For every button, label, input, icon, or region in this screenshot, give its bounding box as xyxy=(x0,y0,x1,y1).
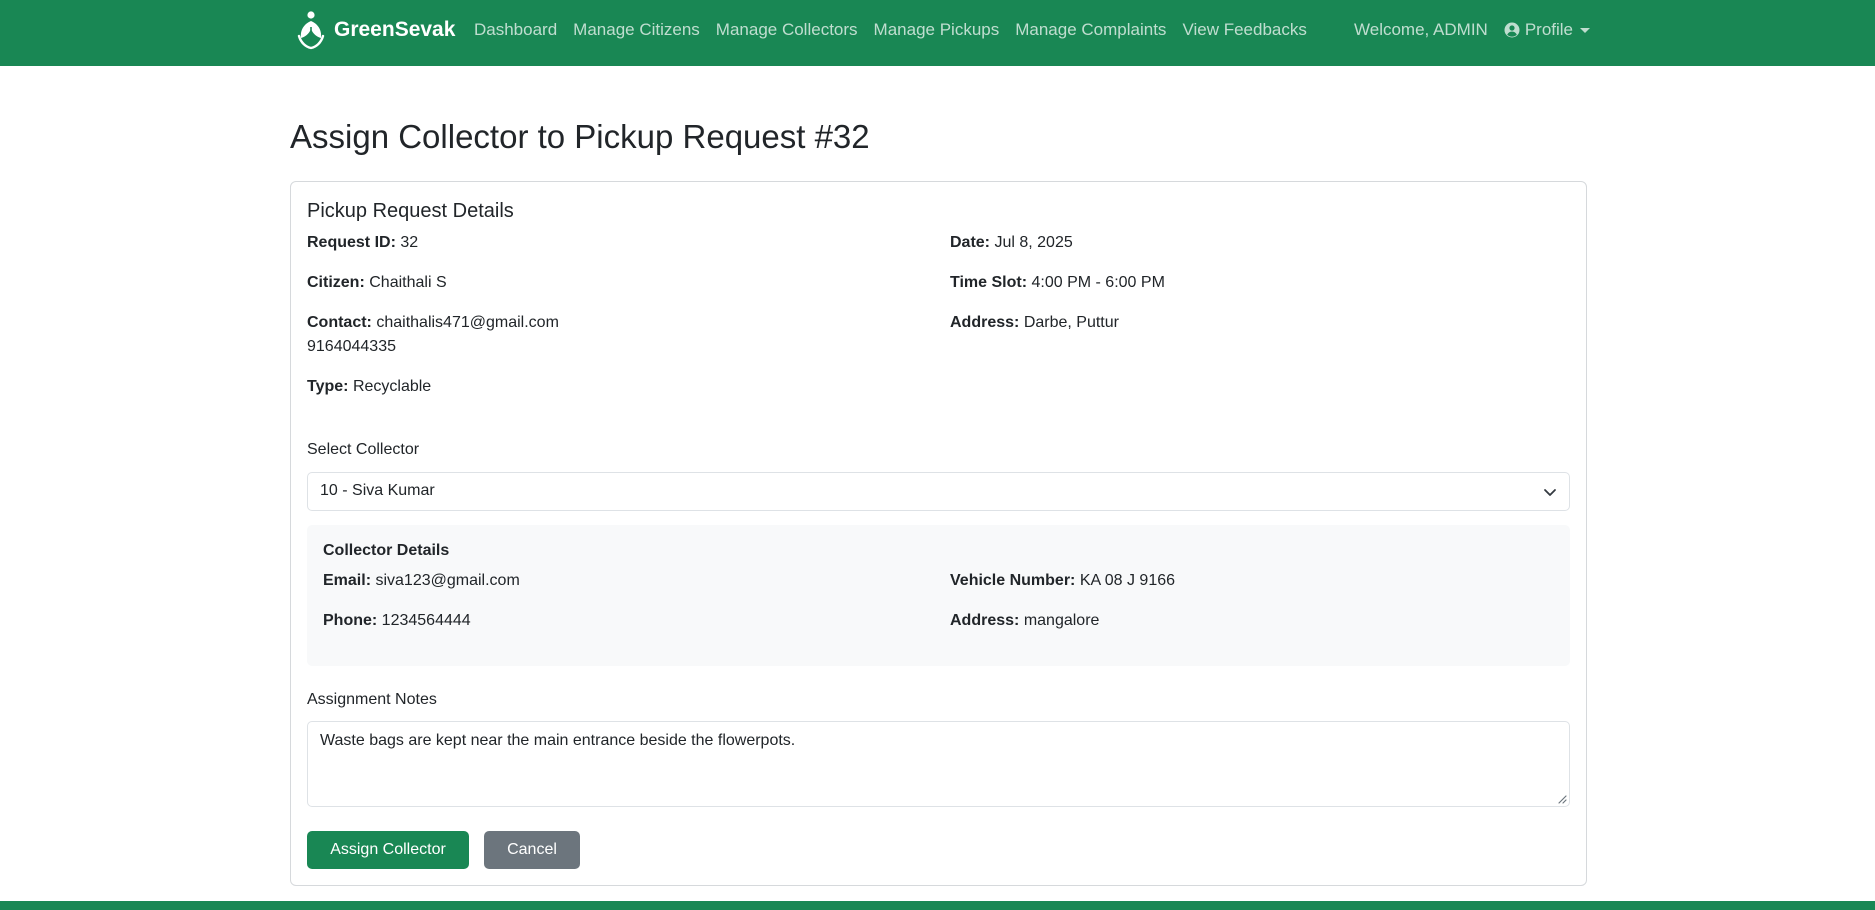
collector-phone-field: Phone: 1234564444 xyxy=(323,609,471,633)
date-field: Date: Jul 8, 2025 xyxy=(950,231,1073,255)
collector-select[interactable]: 10 - Siva Kumar xyxy=(307,472,1570,511)
collector-email-value: siva123@gmail.com xyxy=(375,572,520,589)
footer-bar xyxy=(0,901,1875,910)
contact-field: Contact: chaithalis471@gmail.com 9164044… xyxy=(307,311,559,359)
collector-phone-label: Phone: xyxy=(323,612,378,629)
nav-manage-citizens[interactable]: Manage Citizens xyxy=(573,20,700,40)
citizen-label: Citizen: xyxy=(307,274,365,291)
profile-label: Profile xyxy=(1524,20,1574,39)
collector-phone-value: 1234564444 xyxy=(381,612,471,629)
leaf-hand-logo-icon xyxy=(297,11,325,50)
nav-dashboard[interactable]: Dashboard xyxy=(474,20,557,40)
welcome-text: Welcome, ADMIN xyxy=(1354,20,1488,39)
nav-right: Welcome, ADMIN Profile xyxy=(1354,20,1591,40)
date-label: Date: xyxy=(950,234,991,251)
top-navbar: GreenSevak Dashboard Manage Citizens Man… xyxy=(0,0,1875,66)
request-id-value: 32 xyxy=(400,234,419,251)
collector-vehicle-field: Vehicle Number: KA 08 J 9166 xyxy=(950,569,1175,593)
profile-dropdown[interactable]: Profile xyxy=(1504,20,1591,40)
collector-email-label: Email: xyxy=(323,572,372,589)
nav-manage-pickups[interactable]: Manage Pickups xyxy=(874,20,1000,40)
resize-grip-icon[interactable] xyxy=(1557,794,1567,804)
pickup-address-label: Address: xyxy=(950,314,1020,331)
request-id-label: Request ID: xyxy=(307,234,396,251)
pickup-address-field: Address: Darbe, Puttur xyxy=(950,311,1119,335)
collector-vehicle-value: KA 08 J 9166 xyxy=(1079,572,1176,589)
contact-email: chaithalis471@gmail.com xyxy=(376,314,559,331)
date-value: Jul 8, 2025 xyxy=(994,234,1073,251)
type-label: Type: xyxy=(307,378,349,395)
citizen-value: Chaithali S xyxy=(369,274,447,291)
select-collector-label: Select Collector xyxy=(307,441,420,458)
collector-email-field: Email: siva123@gmail.com xyxy=(323,569,520,593)
brand-name: GreenSevak xyxy=(334,18,456,41)
collector-address-field: Address: mangalore xyxy=(950,609,1099,633)
assignment-notes-textarea[interactable]: Waste bags are kept near the main entran… xyxy=(307,721,1570,807)
time-slot-value: 4:00 PM - 6:00 PM xyxy=(1031,274,1165,291)
time-slot-field: Time Slot: 4:00 PM - 6:00 PM xyxy=(950,271,1165,295)
citizen-field: Citizen: Chaithali S xyxy=(307,271,447,295)
collector-select-value: 10 - Siva Kumar xyxy=(320,482,435,499)
cancel-button[interactable]: Cancel xyxy=(484,831,580,869)
contact-phone: 9164044335 xyxy=(307,338,396,355)
time-slot-label: Time Slot: xyxy=(950,274,1028,291)
brand[interactable]: GreenSevak xyxy=(296,9,455,51)
pickup-details-heading: Pickup Request Details xyxy=(307,200,514,222)
collector-vehicle-label: Vehicle Number: xyxy=(950,572,1076,589)
assign-card: Pickup Request Details Request ID: 32 Da… xyxy=(290,181,1587,886)
nav-view-feedbacks[interactable]: View Feedbacks xyxy=(1182,20,1306,40)
request-id-field: Request ID: 32 xyxy=(307,231,418,255)
nav-manage-collectors[interactable]: Manage Collectors xyxy=(716,20,858,40)
nav-manage-complaints[interactable]: Manage Complaints xyxy=(1015,20,1166,40)
nav-links: Dashboard Manage Citizens Manage Collect… xyxy=(474,20,1323,40)
assign-collector-button[interactable]: Assign Collector xyxy=(307,831,469,869)
assignment-notes-value: Waste bags are kept near the main entran… xyxy=(320,732,796,749)
caret-down-icon xyxy=(1580,27,1591,33)
pickup-address-value: Darbe, Puttur xyxy=(1023,314,1119,331)
collector-details-panel: Collector Details Email: siva123@gmail.c… xyxy=(307,525,1570,666)
collector-address-label: Address: xyxy=(950,612,1020,629)
type-value: Recyclable xyxy=(352,378,432,395)
type-field: Type: Recyclable xyxy=(307,375,431,399)
collector-details-heading: Collector Details xyxy=(323,542,450,559)
contact-label: Contact: xyxy=(307,314,372,331)
assignment-notes-label: Assignment Notes xyxy=(307,691,437,708)
collector-address-value: mangalore xyxy=(1023,612,1100,629)
chevron-down-icon xyxy=(1544,489,1556,496)
page-title: Assign Collector to Pickup Request #32 xyxy=(290,118,870,155)
person-circle-icon xyxy=(1504,22,1520,38)
